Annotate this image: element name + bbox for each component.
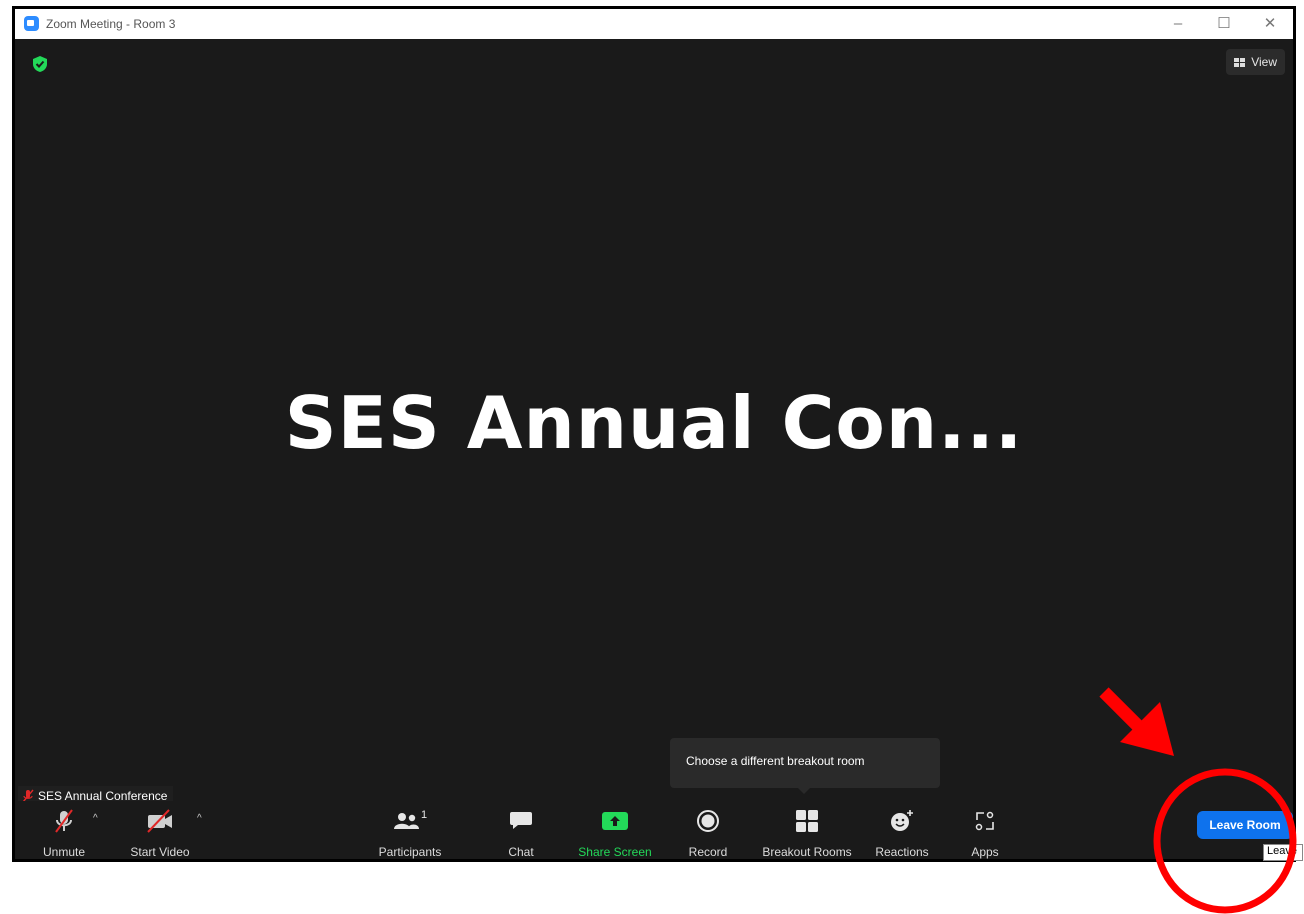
red-arrow-annotation — [1099, 687, 1174, 756]
red-circle-annotation — [1153, 768, 1297, 914]
annotation-overlay — [1099, 687, 1297, 914]
